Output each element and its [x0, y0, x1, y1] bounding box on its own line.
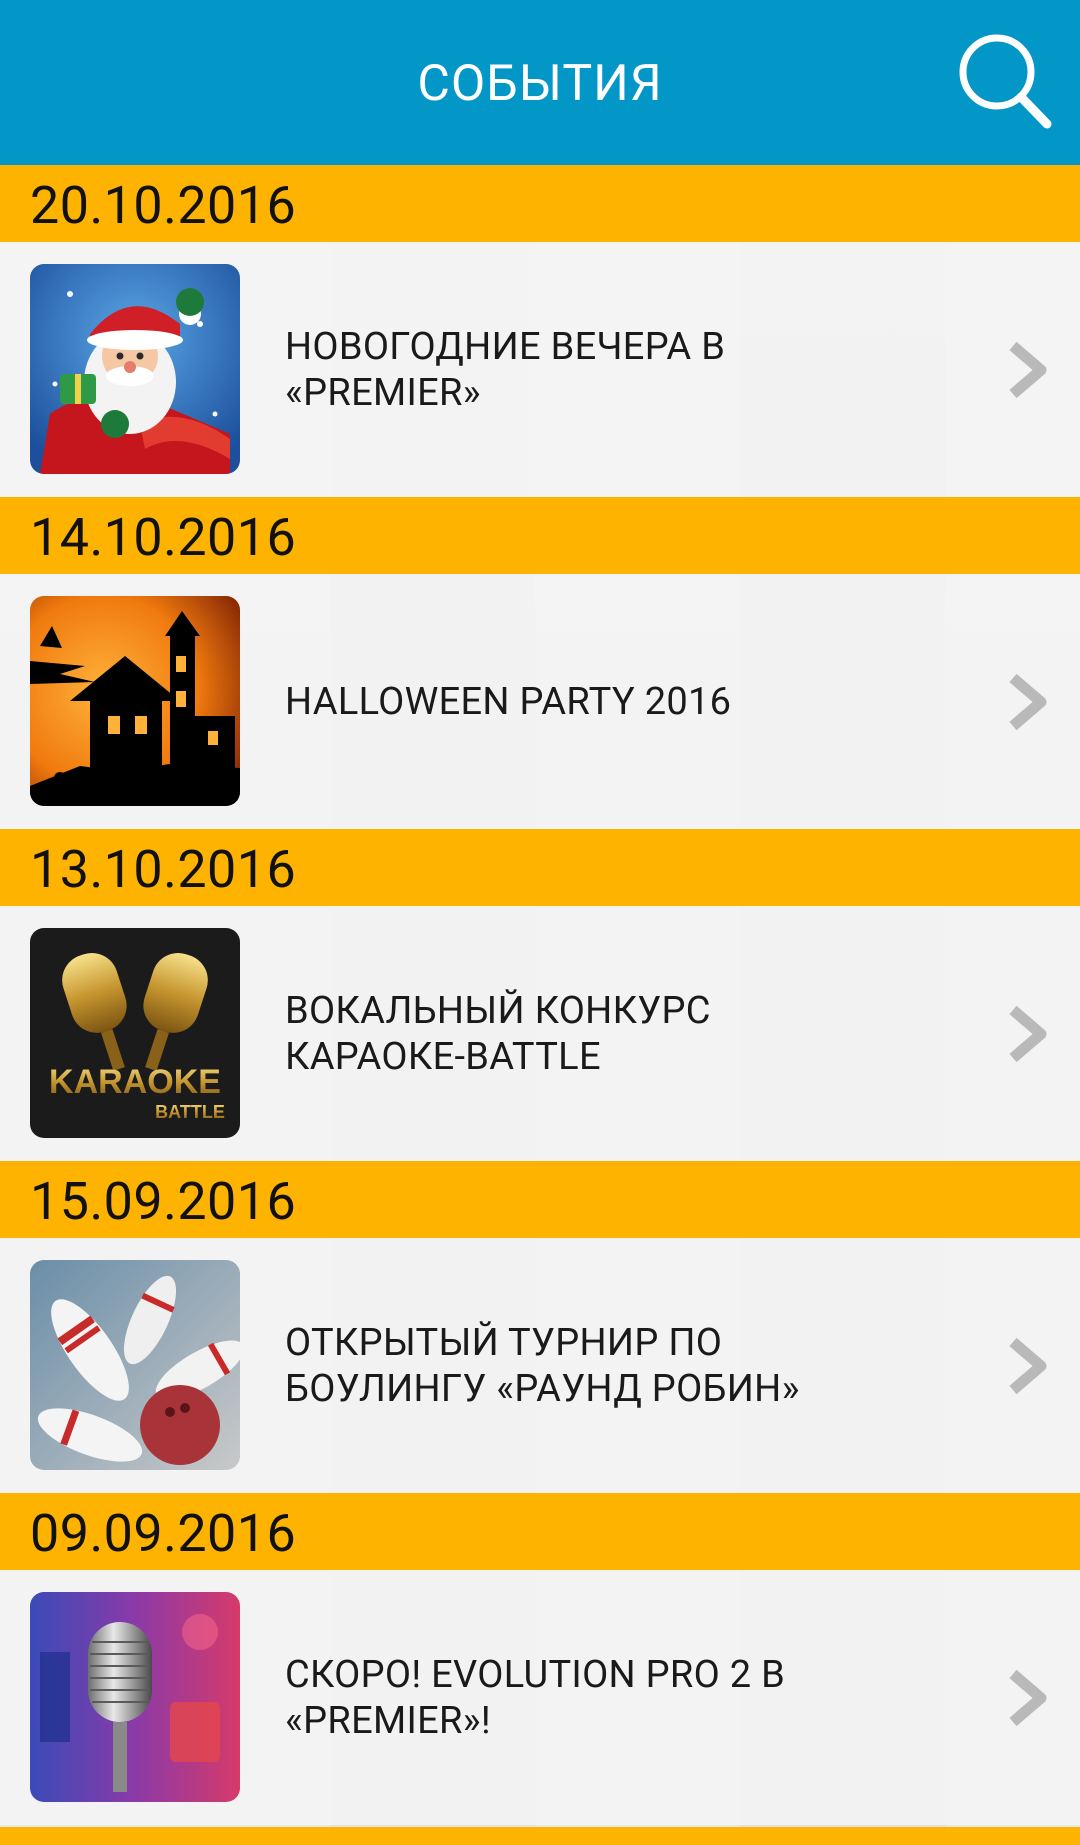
- date-header: 15.09.2016: [0, 1161, 1080, 1238]
- date-header: 13.10.2016: [0, 829, 1080, 906]
- haunted-house-thumbnail: [30, 596, 240, 806]
- event-item[interactable]: ОТКРЫТЫЙ ТУРНИР ПО БОУЛИНГУ «РАУНД РОБИН…: [0, 1238, 1080, 1493]
- events-list: 20.10.2016 НОВОГОДНИЕ ВЕЧЕРА В «PREMIER»…: [0, 165, 1080, 1825]
- event-date: 14.10.2016: [30, 507, 297, 568]
- event-item[interactable]: HALLOWEEN PARTY 2016: [0, 574, 1080, 829]
- karaoke-logo-text: KARAOKE: [49, 1063, 221, 1101]
- event-title: HALLOWEEN PARTY 2016: [285, 679, 732, 724]
- search-button[interactable]: [955, 32, 1055, 132]
- event-item[interactable]: СКОРО! EVOLUTION PRO 2 В «PREMIER»!: [0, 1570, 1080, 1825]
- microphone-thumbnail: [30, 1592, 240, 1802]
- event-date: 20.10.2016: [30, 175, 297, 236]
- bowling-pins-thumbnail: [30, 1260, 240, 1470]
- battle-logo-text: BATTLE: [155, 1102, 225, 1122]
- search-icon: [959, 34, 1052, 129]
- event-title: НОВОГОДНИЕ ВЕЧЕРА В «PREMIER»: [285, 324, 726, 415]
- chevron-right-icon: [1009, 673, 1047, 731]
- date-header: 14.10.2016: [0, 497, 1080, 574]
- event-date: 13.10.2016: [30, 839, 297, 900]
- karaoke-battle-thumbnail: KARAOKE BATTLE: [30, 928, 240, 1138]
- event-date: 15.09.2016: [30, 1171, 297, 1232]
- chevron-right-icon: [1009, 341, 1047, 399]
- date-header: 20.10.2016: [0, 165, 1080, 242]
- event-item[interactable]: НОВОГОДНИЕ ВЕЧЕРА В «PREMIER»: [0, 242, 1080, 497]
- page-title: СОБЫТИЯ: [417, 55, 663, 113]
- chevron-right-icon: [1009, 1337, 1047, 1395]
- event-title: ВОКАЛЬНЫЙ КОНКУРС КАРАОКЕ-BATTLE: [285, 988, 711, 1079]
- top-app-bar: СОБЫТИЯ: [0, 0, 1080, 165]
- santa-claus-thumbnail: [30, 264, 240, 474]
- next-date-header-partial: [0, 1827, 1080, 1845]
- chevron-right-icon: [1009, 1005, 1047, 1063]
- chevron-right-icon: [1009, 1669, 1047, 1727]
- event-title: ОТКРЫТЫЙ ТУРНИР ПО БОУЛИНГУ «РАУНД РОБИН…: [285, 1320, 800, 1411]
- events-screen: СОБЫТИЯ 20.10.2016 НОВОГОДНИЕ ВЕЧЕРА В «…: [0, 0, 1080, 1845]
- event-item[interactable]: KARAOKE BATTLE ВОКАЛЬНЫЙ КОНКУРС КАРАОКЕ…: [0, 906, 1080, 1161]
- event-date: 09.09.2016: [30, 1503, 297, 1564]
- date-header: 09.09.2016: [0, 1493, 1080, 1570]
- event-title: СКОРО! EVOLUTION PRO 2 В «PREMIER»!: [285, 1652, 786, 1743]
